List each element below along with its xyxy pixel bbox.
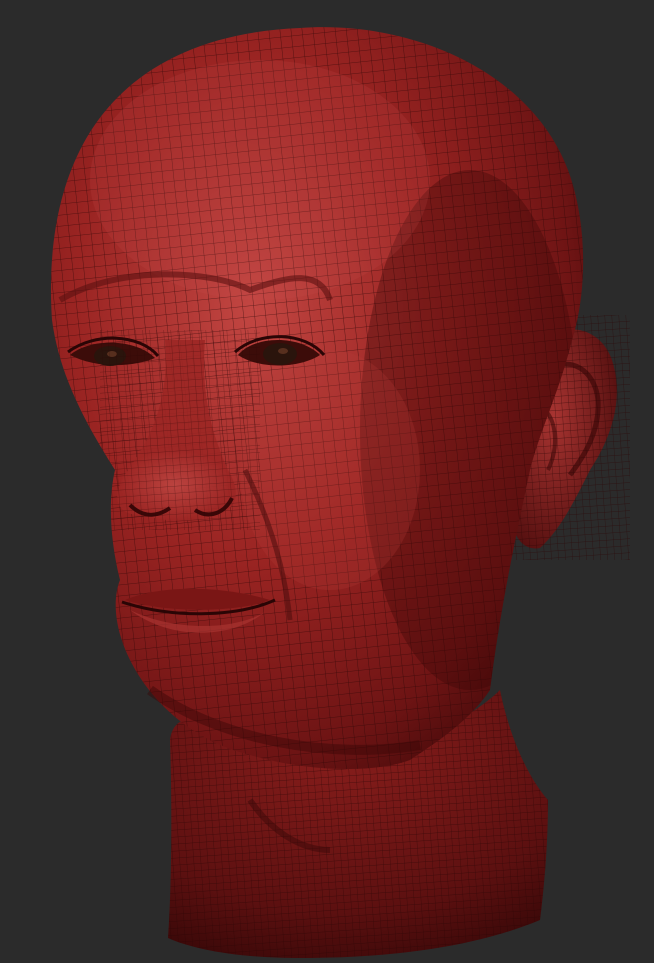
head-render xyxy=(50,27,630,958)
nose xyxy=(100,330,260,530)
3d-viewport[interactable] xyxy=(0,0,654,963)
